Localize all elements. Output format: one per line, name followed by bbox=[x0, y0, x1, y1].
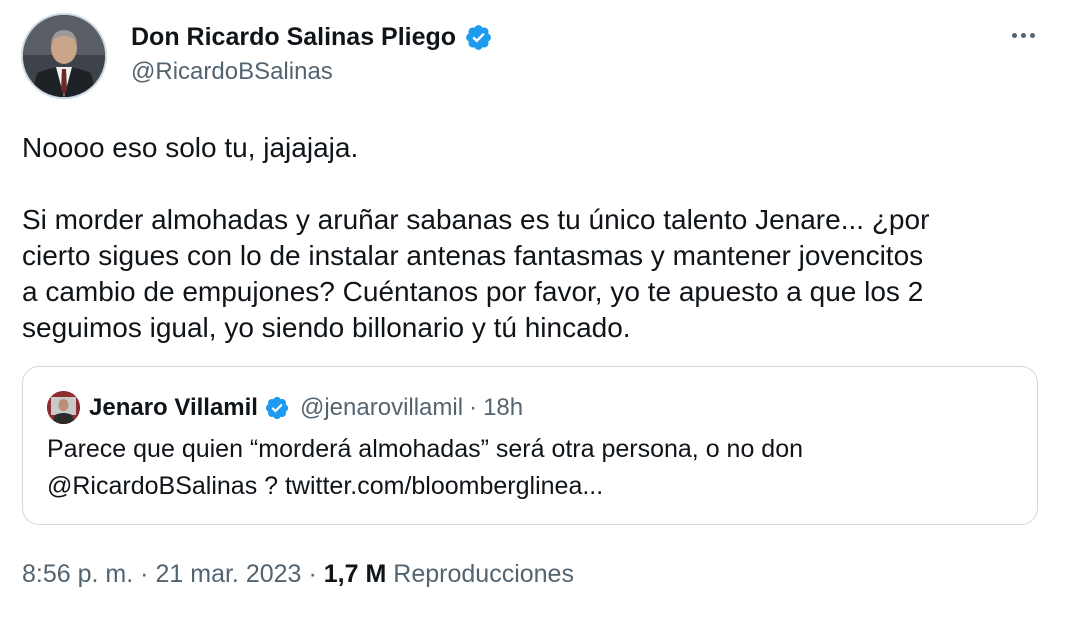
quoted-tweet-card[interactable]: Jenaro Villamil @jenarovillamil · 18h Pa… bbox=[22, 366, 1038, 525]
more-options-icon[interactable] bbox=[1004, 20, 1042, 50]
quoted-tweet-body: Parece que quien “morderá almohadas” ser… bbox=[47, 431, 1007, 505]
tweet-line: Si morder almohadas y aruñar sabanas es … bbox=[22, 204, 930, 235]
views-label: Reproducciones bbox=[393, 559, 574, 588]
tweet-line: a cambio de empujones? Cuéntanos por fav… bbox=[22, 276, 924, 307]
tweet-body: Noooo eso solo tu, jajajaja. Si morder a… bbox=[22, 130, 1032, 346]
tweet-line: Noooo eso solo tu, jajajaja. bbox=[22, 132, 359, 163]
separator-dot: · bbox=[469, 394, 478, 421]
tweet-date[interactable]: 21 mar. 2023 bbox=[156, 560, 302, 589]
quoted-tweet-time[interactable]: 18h bbox=[483, 394, 523, 422]
tweet-line: seguimos igual, yo siendo billonario y t… bbox=[22, 312, 631, 343]
separator-dot: · bbox=[308, 559, 317, 588]
tweet-meta: 8:56 p. m. · 21 mar. 2023 · 1,7 M Reprod… bbox=[22, 556, 574, 592]
author-name[interactable]: Don Ricardo Salinas Pliego bbox=[131, 23, 456, 52]
quoted-author-name[interactable]: Jenaro Villamil bbox=[89, 394, 258, 422]
verified-badge-icon bbox=[265, 396, 289, 420]
author-handle[interactable]: @RicardoBSalinas bbox=[131, 58, 333, 86]
author-avatar[interactable] bbox=[21, 13, 107, 99]
quoted-tweet-line: Parece que quien “morderá almohadas” ser… bbox=[47, 435, 804, 463]
quoted-author-handle[interactable]: @jenarovillamil bbox=[300, 394, 463, 422]
avatar-photo bbox=[23, 15, 105, 97]
tweet-time[interactable]: 8:56 p. m. bbox=[22, 560, 133, 589]
more-dot bbox=[1011, 32, 1017, 38]
more-dot bbox=[1020, 32, 1026, 38]
views-count: 1,7 M bbox=[323, 559, 387, 588]
tweet-line: cierto sigues con lo de instalar antenas… bbox=[22, 240, 924, 271]
more-dot bbox=[1029, 32, 1035, 38]
quoted-tweet-line: @RicardoBSalinas ? twitter.com/bloomberg… bbox=[47, 472, 604, 500]
verified-badge-icon bbox=[466, 24, 491, 50]
quoted-tweet-header: Jenaro Villamil @jenarovillamil · 18h bbox=[89, 391, 523, 425]
separator-dot: · bbox=[140, 559, 149, 588]
quoted-avatar-photo bbox=[47, 391, 80, 424]
author-header: Don Ricardo Salinas Pliego bbox=[131, 20, 493, 54]
quoted-author-avatar[interactable] bbox=[47, 391, 80, 424]
